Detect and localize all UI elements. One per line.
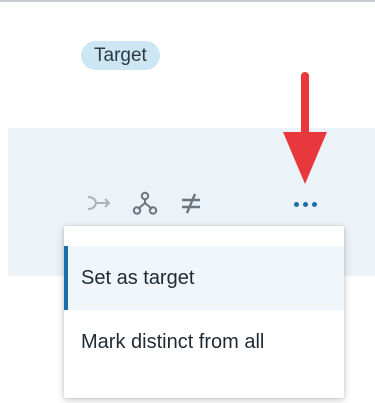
more-options-menu: Set as target Mark distinct from all	[64, 226, 344, 398]
menu-item-mark-distinct[interactable]: Mark distinct from all	[64, 310, 344, 374]
menu-item-label: Set as target	[81, 266, 195, 289]
merge-into-icon[interactable]	[84, 190, 114, 216]
app-root: Target Set as target Mark distinct from …	[0, 0, 375, 403]
more-dot	[311, 201, 317, 207]
menu-padding	[64, 226, 344, 246]
target-badge: Target	[81, 41, 160, 70]
menu-item-label: Mark distinct from all	[81, 330, 265, 353]
top-divider	[0, 0, 375, 2]
more-dot	[302, 201, 308, 207]
hierarchy-icon[interactable]	[130, 190, 160, 216]
more-options-button[interactable]	[287, 193, 323, 215]
more-dots-icon	[293, 201, 299, 207]
not-equal-icon[interactable]	[176, 190, 206, 216]
menu-item-set-as-target[interactable]: Set as target	[64, 246, 344, 310]
red-down-arrow-icon	[283, 72, 327, 184]
